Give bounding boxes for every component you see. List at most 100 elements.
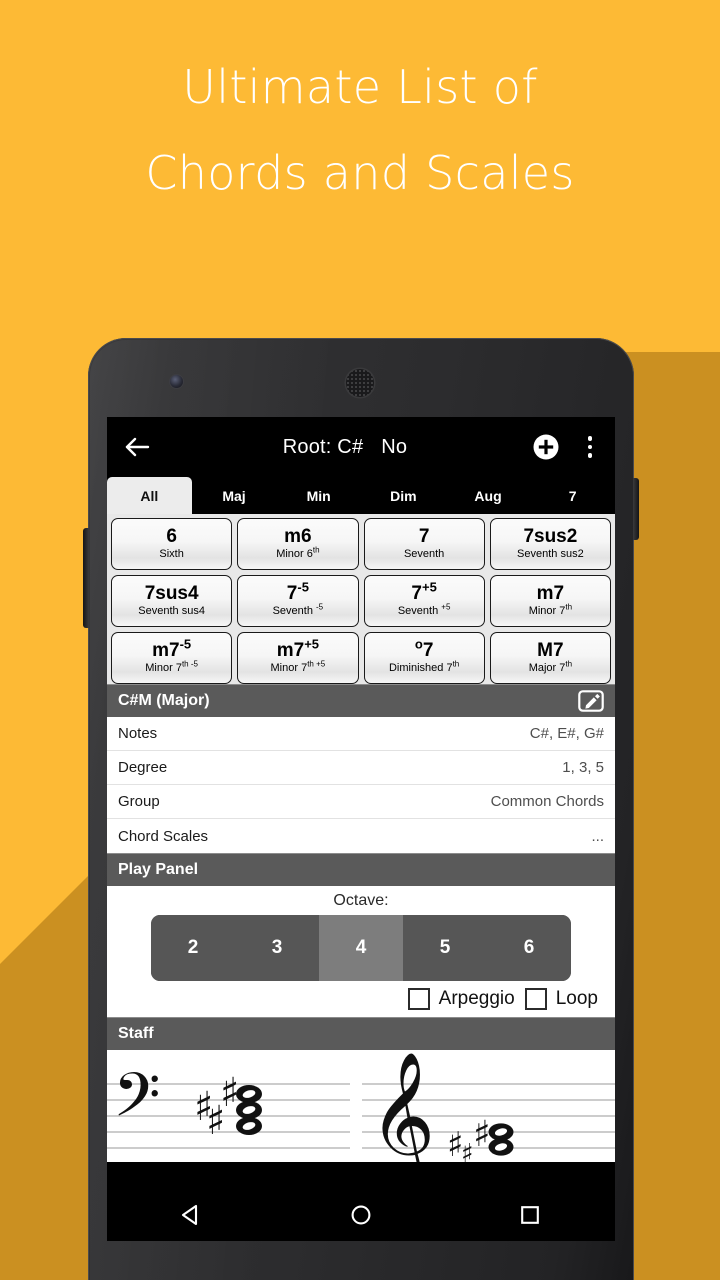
checkbox-loop[interactable]: Loop	[524, 988, 598, 1010]
chord-button[interactable]: 7-5 Seventh -5	[237, 575, 359, 627]
chord-info-title: C#M (Major)	[118, 692, 210, 709]
nav-recents-square-icon[interactable]	[517, 1202, 543, 1228]
volume-rocker-button[interactable]	[83, 528, 89, 628]
phone-screen: Root: C# No All Maj Min Dim Aug 7 6 Sixth m6 Mino…	[107, 417, 615, 1241]
chord-symbol: m7	[536, 583, 565, 605]
chord-symbol: 7	[418, 526, 430, 548]
chord-info-value: C#, E#, G#	[529, 725, 604, 742]
chord-name: Minor 7th -5	[145, 659, 198, 675]
chord-button[interactable]: 7 Seventh	[363, 518, 485, 570]
chord-grid-row: m7-5 Minor 7th -5 m7+5 Minor 7th +5 o7 Dimini…	[111, 632, 611, 684]
chord-info-rows: Notes C#, E#, G# Degree 1, 3, 5 Group Common …	[107, 717, 615, 853]
tab-label: All	[140, 487, 159, 504]
chord-name: Seventh sus2	[517, 548, 584, 561]
chord-name: Major 7th	[528, 659, 573, 675]
chord-info-label: Degree	[118, 759, 168, 776]
tab-label: Maj	[222, 487, 246, 504]
checkbox-arpeggio[interactable]: Arpeggio	[407, 988, 515, 1010]
chord-button[interactable]: 6 Sixth	[111, 518, 233, 570]
svg-text:𝄞: 𝄞	[369, 1051, 435, 1162]
chord-info-value: ...	[591, 827, 604, 845]
chord-info-label: Notes	[118, 725, 158, 742]
play-options-row: Arpeggio Loop	[107, 981, 615, 1010]
checkbox-box-icon[interactable]	[407, 988, 430, 1010]
chord-button[interactable]: m6 Minor 6th	[237, 518, 359, 570]
octave-option-4[interactable]: 4	[319, 915, 403, 981]
app-bar-title[interactable]: Root: C# No	[155, 436, 529, 459]
octave-option-6[interactable]: 6	[487, 915, 571, 981]
chord-info-value: Common Chords	[490, 793, 604, 810]
octave-option-3[interactable]: 3	[235, 915, 319, 981]
phone-device-frame: Root: C# No All Maj Min Dim Aug 7 6 Sixth m6 Mino…	[83, 338, 639, 1280]
tab-7[interactable]: 7	[530, 477, 615, 514]
add-circle-icon[interactable]	[529, 430, 563, 464]
staff-title: Staff	[118, 1025, 154, 1042]
tab-dim[interactable]: Dim	[361, 477, 446, 514]
chord-button[interactable]: M7 Major 7th	[489, 632, 611, 684]
tab-label: Dim	[390, 487, 417, 504]
chord-name: Seventh +5	[397, 602, 451, 618]
overflow-dot	[587, 453, 593, 458]
chord-symbol: 7sus4	[144, 583, 199, 605]
power-button[interactable]	[633, 478, 639, 540]
svg-text:𝄢: 𝄢	[113, 1060, 161, 1146]
nav-back-triangle-icon[interactable]	[179, 1202, 205, 1228]
chord-symbol: 7-5	[286, 580, 309, 605]
chord-info-label: Group	[118, 793, 160, 810]
chord-category-tabs: All Maj Min Dim Aug 7	[107, 477, 615, 514]
chord-symbol: M7	[537, 640, 564, 662]
overflow-dot	[587, 436, 593, 441]
chord-grid-row: 6 Sixth m6 Minor 6th 7 Seventh 7sus2 Seventh su…	[111, 518, 611, 570]
chord-button[interactable]: 7sus4 Seventh sus4	[111, 575, 233, 627]
chord-symbol: 7+5	[411, 580, 437, 605]
tab-label: Min	[306, 487, 331, 504]
octave-option-2[interactable]: 2	[151, 915, 235, 981]
chord-symbol: 6	[166, 526, 177, 548]
overflow-menu-icon[interactable]	[579, 430, 601, 464]
back-arrow-icon[interactable]	[121, 430, 155, 464]
octave-option-5[interactable]: 5	[403, 915, 487, 981]
svg-text:♯: ♯	[461, 1139, 474, 1162]
headline-line-1: Ultimate List of	[182, 60, 538, 114]
chord-info-row[interactable]: Notes C#, E#, G#	[107, 717, 615, 751]
play-panel-title: Play Panel	[118, 861, 199, 878]
chord-symbol: m7-5	[152, 637, 192, 662]
chord-info-row[interactable]: Degree 1, 3, 5	[107, 751, 615, 785]
chord-button[interactable]: m7 Minor 7th	[489, 575, 611, 627]
chord-info-row[interactable]: Chord Scales...	[107, 819, 615, 853]
octave-segmented-control[interactable]: 23456	[151, 915, 571, 981]
play-panel-header: Play Panel	[107, 853, 615, 886]
chord-name: Seventh sus4	[138, 605, 205, 618]
nav-home-circle-icon[interactable]	[348, 1202, 374, 1228]
earpiece-speaker-icon	[346, 369, 374, 397]
chord-info-row[interactable]: Group Common Chords	[107, 785, 615, 819]
chord-button[interactable]: 7+5 Seventh +5	[363, 575, 485, 627]
chord-button[interactable]: o7 Diminished 7th	[363, 632, 485, 684]
app-bar-subtitle: No	[381, 435, 408, 458]
front-camera-icon	[170, 375, 183, 388]
app-bar: Root: C# No	[107, 417, 615, 477]
chord-symbol: o7	[414, 637, 434, 662]
checkbox-box-icon[interactable]	[524, 988, 547, 1010]
tab-min[interactable]: Min	[276, 477, 361, 514]
play-panel-body: Octave: 23456 Arpeggio Loop	[107, 886, 615, 1017]
chord-button[interactable]: m7-5 Minor 7th -5	[111, 632, 233, 684]
tab-maj[interactable]: Maj	[192, 477, 277, 514]
edit-pencil-icon[interactable]	[578, 690, 604, 712]
overflow-dot	[587, 444, 593, 450]
chord-name: Seventh	[403, 548, 445, 561]
chord-button[interactable]: 7sus2 Seventh sus2	[489, 518, 611, 570]
chord-info-label: Chord Scales	[118, 827, 209, 845]
chord-name: Minor 6th	[276, 545, 320, 561]
checkbox-label: Loop	[555, 988, 598, 1009]
promo-screenshot: Ultimate List of Chords and Scales Root:…	[0, 0, 720, 1280]
tab-label: Aug	[474, 487, 502, 504]
chord-button[interactable]: m7+5 Minor 7th +5	[237, 632, 359, 684]
staff-header: Staff	[107, 1017, 615, 1050]
tab-all[interactable]: All	[107, 477, 192, 514]
octave-label: Octave:	[333, 892, 389, 909]
tab-aug[interactable]: Aug	[446, 477, 531, 514]
chord-name: Minor 7th +5	[270, 659, 326, 675]
chord-symbol: m7+5	[276, 637, 320, 662]
chord-name: Sixth	[159, 548, 184, 561]
